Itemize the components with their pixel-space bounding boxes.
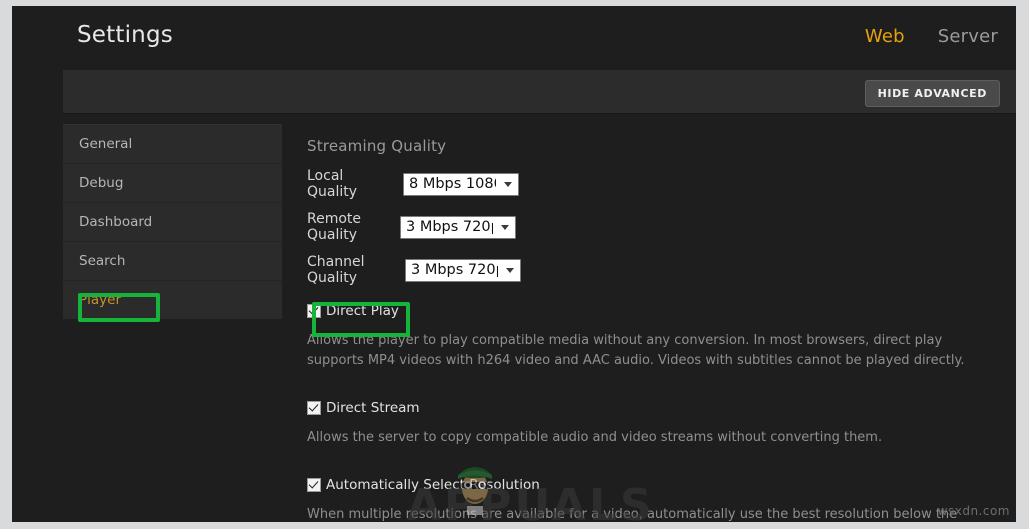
remote-quality-select[interactable]: 3 Mbps 720p [400,215,516,239]
option-direct-stream: Direct Stream Allows the server to copy … [307,397,1007,448]
auto-select-resolution-checkbox[interactable] [307,478,321,492]
direct-play-label[interactable]: Direct Play [326,303,399,319]
quality-settings-group: Local Quality 8 Mbps 1080p Remote Qualit… [307,168,1007,286]
direct-play-description: Allows the player to play compatible med… [307,333,965,368]
advanced-bar: HIDE ADVANCED [63,70,1016,114]
sidebar-item-search[interactable]: Search [63,242,282,281]
row-channel-quality: Channel Quality 3 Mbps 720p [307,254,1007,286]
hide-advanced-button[interactable]: HIDE ADVANCED [864,80,1000,107]
direct-stream-description: Allows the server to copy compatible aud… [307,430,883,445]
label-local-quality: Local Quality [307,168,358,200]
label-remote-quality: Remote Quality [307,211,362,243]
section-heading-streaming-quality: Streaming Quality [307,137,447,155]
sidebar-item-player[interactable]: Player [63,281,282,319]
header-tabs: Web Server [865,26,998,47]
channel-quality-select[interactable]: 3 Mbps 720p [405,258,521,282]
option-auto-select-resolution: Automatically Select Resolution When mul… [307,474,1007,522]
auto-select-resolution-line: Automatically Select Resolution [307,474,1007,496]
auto-select-resolution-label[interactable]: Automatically Select Resolution [326,477,540,493]
remote-quality-select-wrap: 3 Mbps 720p [400,215,516,239]
row-remote-quality: Remote Quality 3 Mbps 720p [307,211,1007,243]
direct-stream-checkbox[interactable] [307,401,321,415]
direct-stream-line: Direct Stream [307,397,1007,419]
direct-play-line: Direct Play [307,300,1007,322]
label-channel-quality: Channel Quality [307,254,365,286]
auto-select-resolution-description: When multiple resolutions are available … [307,507,958,522]
screenshot-root: Settings Web Server HIDE ADVANCED Genera… [0,0,1029,529]
player-settings-panel: Streaming Quality Local Quality 8 Mbps 1… [307,124,1007,522]
page-title: Settings [77,22,173,48]
tab-server[interactable]: Server [938,26,998,47]
direct-stream-label[interactable]: Direct Stream [326,400,420,416]
app-header: Settings Web Server [12,6,1016,68]
local-quality-select-wrap: 8 Mbps 1080p [403,172,519,196]
direct-play-checkbox[interactable] [307,304,321,318]
sidebar-item-general[interactable]: General [63,125,282,164]
sidebar-item-debug[interactable]: Debug [63,164,282,203]
local-quality-select[interactable]: 8 Mbps 1080p [403,172,519,196]
site-credit: wsxdn.com [937,504,1010,518]
tab-web[interactable]: Web [865,26,905,47]
sidebar-item-dashboard[interactable]: Dashboard [63,203,282,242]
row-local-quality: Local Quality 8 Mbps 1080p [307,168,1007,200]
channel-quality-select-wrap: 3 Mbps 720p [405,258,521,282]
option-direct-play: Direct Play Allows the player to play co… [307,300,1007,371]
settings-sidebar: General Debug Dashboard Search Player [63,124,282,319]
app-window: Settings Web Server HIDE ADVANCED Genera… [12,6,1016,522]
